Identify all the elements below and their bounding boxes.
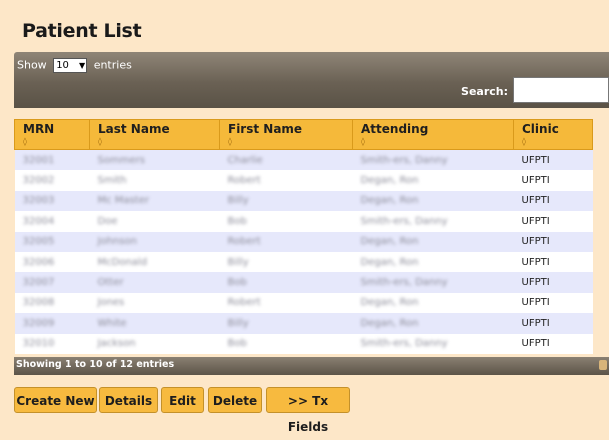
cell-first-name: Bob (227, 338, 247, 350)
table-row[interactable]: 32010 Jackson Bob Smith-ers, Danny UFPTI (14, 333, 593, 354)
column-header-clinic[interactable]: Clinic ◊ (513, 119, 593, 150)
search-input[interactable] (513, 77, 609, 103)
sort-icon: ◊ (522, 137, 526, 146)
cell-first-name: Billy (227, 317, 249, 329)
sort-icon: ◊ (98, 137, 102, 146)
table-row[interactable]: 32007 Otter Bob Smith-ers, Danny UFPTI (14, 272, 593, 293)
cell-first-name: Billy (227, 195, 249, 207)
cell-mrn: 32004 (22, 215, 55, 227)
cell-mrn: 32003 (22, 195, 55, 207)
column-header-mrn[interactable]: MRN ◊ (14, 119, 90, 150)
delete-button[interactable]: Delete (208, 387, 262, 413)
cell-clinic: UFPTI (521, 175, 550, 187)
sort-icon: ◊ (361, 137, 365, 146)
cell-first-name: Billy (227, 256, 249, 268)
table-info: Showing 1 to 10 of 12 entries (16, 359, 175, 370)
cell-mrn: 32006 (22, 256, 55, 268)
cell-attending: Degan, Ron (360, 256, 419, 268)
entries-select-value: 10 (56, 60, 69, 71)
cell-attending: Degan, Ron (360, 317, 419, 329)
cell-clinic: UFPTI (521, 215, 550, 227)
column-header-attending[interactable]: Attending ◊ (352, 119, 514, 150)
cell-last-name: Otter (97, 277, 124, 289)
cell-last-name: Mc Master (97, 195, 149, 207)
cell-attending: Smith-ers, Danny (360, 154, 448, 166)
entries-label: entries (93, 58, 132, 72)
table-row[interactable]: 32006 McDonald Billy Degan, Ron UFPTI (14, 251, 593, 273)
pager-icon[interactable] (599, 360, 607, 370)
cell-attending: Degan, Ron (360, 297, 419, 309)
cell-first-name: Bob (227, 215, 247, 227)
create-new-button[interactable]: Create New (14, 387, 97, 413)
cell-clinic: UFPTI (521, 236, 550, 248)
table-header-row: MRN ◊ Last Name ◊ First Name ◊ Attending ◊ C… (14, 119, 593, 150)
cell-mrn: 32005 (22, 236, 55, 248)
cell-clinic: UFPTI (521, 317, 550, 329)
details-button[interactable]: Details (99, 387, 158, 413)
patient-table: MRN ◊ Last Name ◊ First Name ◊ Attending ◊ C… (14, 119, 593, 354)
cell-last-name: Sommers (97, 154, 145, 166)
search-label: Search: (461, 85, 508, 98)
table-row[interactable]: 32002 Smith Robert Degan, Ron UFPTI (14, 170, 593, 191)
column-header-last-name[interactable]: Last Name ◊ (89, 119, 220, 150)
cell-last-name: Jones (97, 297, 125, 309)
cell-last-name: McDonald (97, 256, 148, 268)
cell-last-name: White (97, 317, 127, 329)
table-row[interactable]: 32009 White Billy Degan, Ron UFPTI (14, 313, 593, 334)
cell-attending: Smith-ers, Danny (360, 277, 448, 289)
cell-clinic: UFPTI (521, 154, 550, 166)
cell-attending: Degan, Ron (360, 175, 419, 187)
chevron-down-icon: ▼ (79, 61, 86, 70)
cell-clinic: UFPTI (521, 195, 550, 207)
cell-first-name: Robert (227, 297, 261, 309)
cell-clinic: UFPTI (521, 256, 550, 268)
cell-clinic: UFPTI (521, 277, 550, 289)
edit-button[interactable]: Edit (161, 387, 204, 413)
tx-fields-button[interactable]: >> Tx Fields (266, 387, 350, 434)
table-row[interactable]: 32003 Mc Master Billy Degan, Ron UFPTI (14, 190, 593, 212)
column-header-first-name[interactable]: First Name ◊ (219, 119, 353, 150)
show-label: Show (17, 58, 47, 72)
cell-last-name: Johnson (97, 236, 137, 248)
cell-clinic: UFPTI (521, 297, 550, 309)
cell-last-name: Jackson (97, 338, 136, 350)
sort-icon: ◊ (23, 137, 27, 146)
cell-mrn: 32001 (22, 154, 55, 166)
cell-attending: Degan, Ron (360, 195, 419, 207)
table-footer: Showing 1 to 10 of 12 entries (14, 357, 609, 375)
cell-clinic: UFPTI (521, 338, 550, 350)
entries-select[interactable]: 10 ▼ (53, 58, 88, 73)
cell-attending: Smith-ers, Danny (360, 338, 448, 350)
table-row[interactable]: 32008 Jones Robert Degan, Ron UFPTI (14, 292, 593, 314)
table-row[interactable]: 32004 Doe Bob Smith-ers, Danny UFPTI (14, 211, 593, 232)
table-toolbar: Show 10 ▼ entries Search: (14, 52, 609, 108)
cell-first-name: Charlie (227, 154, 263, 166)
cell-attending: Degan, Ron (360, 236, 419, 248)
page-title: Patient List (22, 20, 142, 42)
cell-first-name: Robert (227, 236, 261, 248)
cell-mrn: 32007 (22, 277, 55, 289)
cell-first-name: Robert (227, 175, 261, 187)
cell-mrn: 32009 (22, 317, 55, 329)
cell-mrn: 32010 (22, 338, 55, 350)
cell-last-name: Smith (97, 175, 127, 187)
cell-mrn: 32002 (22, 175, 55, 187)
table-row[interactable]: 32001 Sommers Charlie Smith-ers, Danny U… (14, 149, 593, 171)
cell-attending: Smith-ers, Danny (360, 215, 448, 227)
cell-last-name: Doe (97, 215, 118, 227)
table-row[interactable]: 32005 Johnson Robert Degan, Ron UFPTI (14, 231, 593, 252)
show-entries-control: Show 10 ▼ entries (17, 58, 132, 73)
cell-first-name: Bob (227, 277, 247, 289)
cell-mrn: 32008 (22, 297, 55, 309)
sort-icon: ◊ (228, 137, 232, 146)
